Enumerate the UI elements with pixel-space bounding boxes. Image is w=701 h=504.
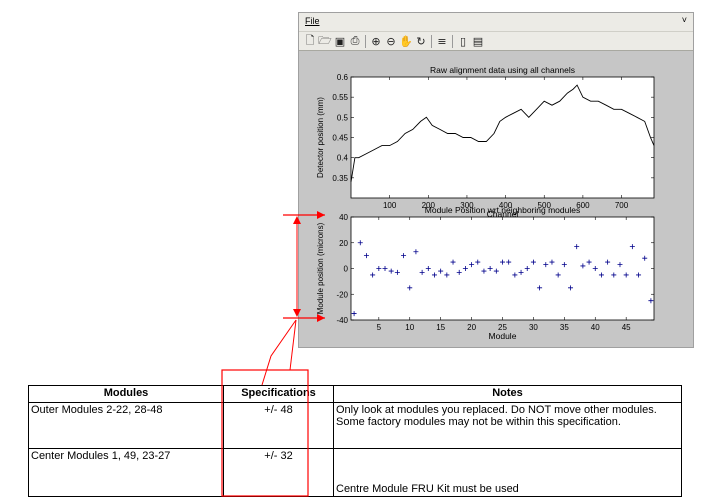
- y-tick-label: 0.5: [337, 113, 349, 122]
- x-tick-label: 700: [615, 201, 629, 210]
- y-tick-label: 20: [339, 239, 348, 248]
- toolbar-separator: [365, 35, 366, 48]
- y-tick-label: 40: [339, 213, 348, 222]
- x-tick-label: 100: [383, 201, 397, 210]
- menu-overflow-arrow-icon[interactable]: ˅: [682, 15, 687, 25]
- connector-line: [261, 319, 297, 386]
- table-header-row: Modules Specifications Notes: [28, 385, 682, 403]
- pan-hand-icon[interactable]: ✋: [399, 34, 413, 48]
- raw-alignment-chart: Raw alignment data using all channelsCha…: [316, 65, 655, 219]
- y-axis-label: Module position (microns): [316, 222, 325, 314]
- x-tick-label: 30: [529, 323, 538, 332]
- module-position-chart: Module Position wrt neighboring modules M…: [316, 205, 655, 341]
- legend-icon[interactable]: ▤: [471, 34, 485, 48]
- toolbar: 🗋 🗁 ▣ ⎙ ⊕ ⊖ ✋ ↻ ≡ ▯ ▤: [299, 31, 693, 51]
- open-folder-icon[interactable]: 🗁: [318, 34, 332, 48]
- menu-bar: File ˅: [299, 13, 693, 31]
- notes-cell: Only look at modules you replaced. Do NO…: [333, 402, 682, 449]
- save-icon[interactable]: ▣: [333, 34, 347, 48]
- header-modules: Modules: [28, 385, 224, 403]
- zoom-out-icon[interactable]: ⊖: [384, 34, 398, 48]
- module-cell: Center Modules 1, 49, 23-27: [28, 448, 224, 497]
- y-tick-label: 0.4: [337, 154, 349, 163]
- spec-cell: +/- 48: [223, 402, 334, 449]
- zoom-in-icon[interactable]: ⊕: [369, 34, 383, 48]
- header-specifications: Specifications: [223, 385, 334, 403]
- table-row: Center Modules 1, 49, 23-27 +/- 32 Centr…: [28, 448, 682, 497]
- rotate-icon[interactable]: ↻: [414, 34, 428, 48]
- y-tick-label: 0.45: [332, 134, 348, 143]
- table-row: Outer Modules 2-22, 28-48 +/- 48 Only lo…: [28, 402, 682, 449]
- y-axis-label: Detector position (mm): [316, 97, 325, 178]
- spec-cell: +/- 32: [223, 448, 334, 497]
- notes-cell: Centre Module FRU Kit must be used: [333, 448, 682, 497]
- x-tick-label: 20: [467, 323, 476, 332]
- x-tick-label: 25: [498, 323, 507, 332]
- y-tick-label: 0: [344, 265, 349, 274]
- y-tick-label: -20: [336, 290, 348, 299]
- specifications-table: Modules Specifications Notes Outer Modul…: [28, 385, 682, 497]
- chart-title: Raw alignment data using all channels: [430, 65, 575, 75]
- module-cell: Outer Modules 2-22, 28-48: [28, 402, 224, 449]
- y-tick-label: 0.55: [332, 93, 348, 102]
- data-cursor-icon[interactable]: ≡: [435, 34, 449, 48]
- toolbar-separator: [452, 35, 453, 48]
- toolbar-separator: [431, 35, 432, 48]
- plot-area: [350, 216, 655, 321]
- colorbar-icon[interactable]: ▯: [456, 34, 470, 48]
- x-tick-label: 15: [436, 323, 445, 332]
- x-tick-label: 40: [591, 323, 600, 332]
- y-tick-label: 0.6: [337, 73, 349, 82]
- print-icon[interactable]: ⎙: [348, 34, 362, 48]
- plot-area: [350, 76, 655, 199]
- chart-title: Module Position wrt neighboring modules: [425, 205, 580, 215]
- connector-line: [289, 319, 297, 371]
- x-tick-label: 5: [377, 323, 382, 332]
- x-tick-label: 45: [622, 323, 631, 332]
- header-notes: Notes: [333, 385, 682, 403]
- menu-file[interactable]: File: [305, 16, 320, 26]
- x-tick-label: 35: [560, 323, 569, 332]
- new-file-icon[interactable]: 🗋: [303, 34, 317, 48]
- y-tick-label: 0.35: [332, 174, 348, 183]
- y-tick-label: -40: [336, 316, 348, 325]
- figure-window: File ˅ 🗋 🗁 ▣ ⎙ ⊕ ⊖ ✋ ↻ ≡ ▯ ▤ Raw alignme…: [298, 12, 694, 348]
- x-axis-label: Module: [489, 331, 517, 341]
- plots-area: Raw alignment data using all channelsCha…: [316, 65, 655, 341]
- x-tick-label: 10: [405, 323, 414, 332]
